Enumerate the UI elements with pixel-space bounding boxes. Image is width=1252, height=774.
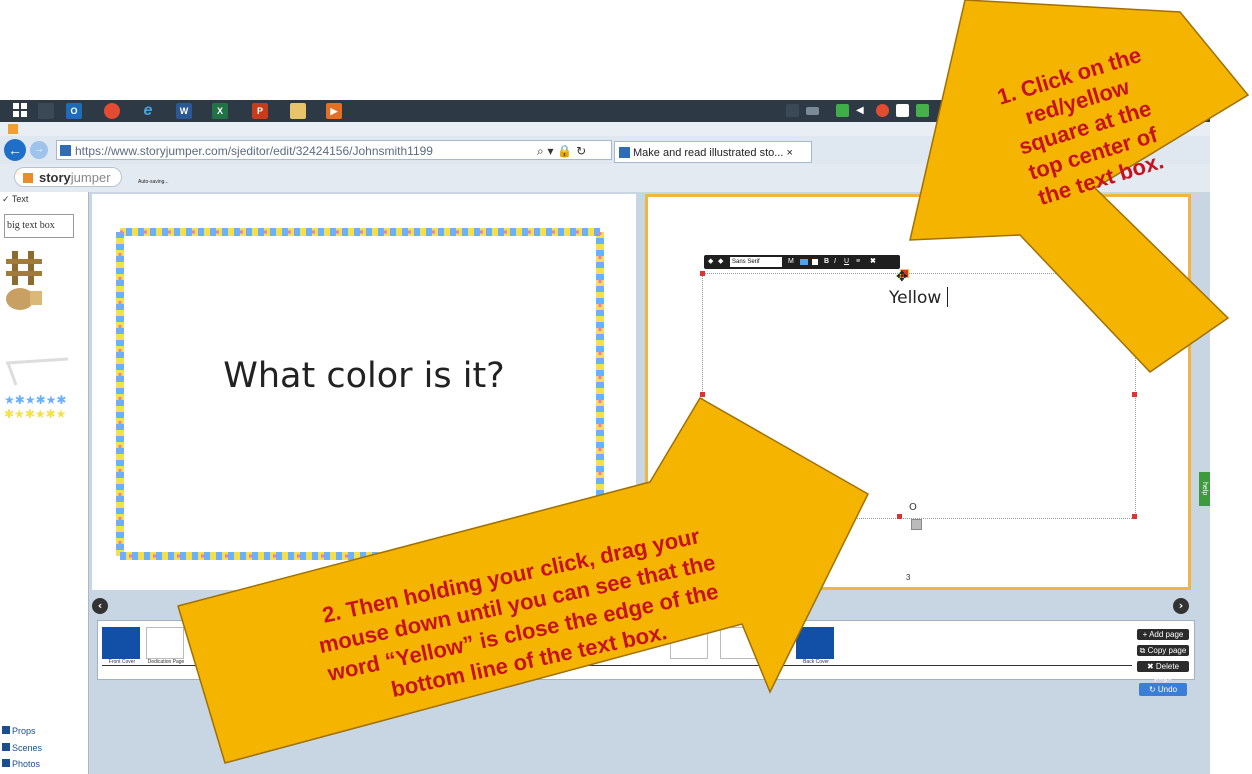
callout-arrow-2 bbox=[177, 396, 869, 764]
